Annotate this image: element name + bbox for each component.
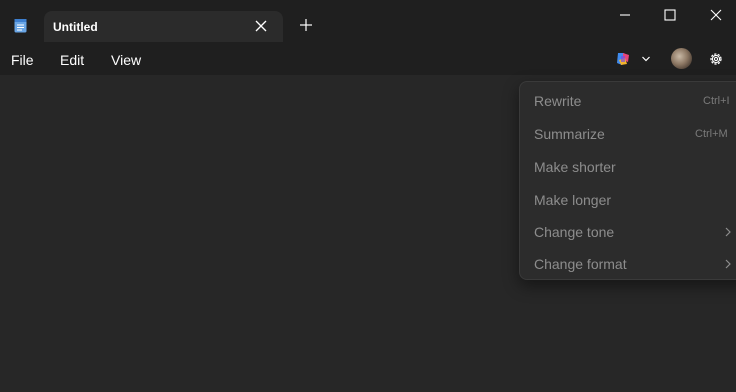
maximize-icon[interactable] (663, 8, 677, 22)
menu-item-label: Make longer (534, 192, 612, 208)
title-bar: Untitled (0, 0, 736, 42)
shortcut-label: Ctrl+M (695, 128, 728, 140)
shortcut-label: Ctrl+I (703, 95, 730, 107)
menu-item-label: Summarize (534, 126, 605, 142)
menu-item-label: Make shorter (534, 159, 616, 175)
chevron-right-icon (725, 259, 731, 269)
plus-icon[interactable] (299, 18, 313, 32)
gear-icon[interactable] (708, 51, 724, 67)
copilot-menu: Rewrite Ctrl+I Summarize Ctrl+M Make sho… (519, 81, 736, 280)
menu-item-rewrite[interactable]: Rewrite Ctrl+I (520, 84, 736, 114)
menu-item-make-longer[interactable]: Make longer (520, 183, 736, 213)
close-window-icon[interactable] (709, 8, 723, 22)
menu-bar: File Edit View (0, 42, 736, 75)
notepad-icon (14, 19, 27, 33)
copilot-icon[interactable] (615, 51, 631, 67)
menu-item-change-format[interactable]: Change format (520, 247, 736, 277)
menu-item-summarize[interactable]: Summarize Ctrl+M (520, 117, 736, 147)
avatar[interactable] (671, 48, 692, 69)
chevron-right-icon (725, 227, 731, 237)
menu-item-change-tone[interactable]: Change tone (520, 215, 736, 245)
menu-item-label: Rewrite (534, 93, 582, 109)
tab-title: Untitled (53, 20, 98, 34)
notepad-window: Untitled File Edit View Rewrite Ctrl+I S… (0, 0, 736, 392)
menu-item-label: Change format (534, 256, 627, 272)
close-icon[interactable] (254, 19, 268, 33)
minimize-icon[interactable] (618, 8, 632, 22)
tab-untitled[interactable]: Untitled (44, 11, 283, 42)
menu-item-make-shorter[interactable]: Make shorter (520, 150, 736, 180)
edit-menu[interactable]: Edit (60, 52, 84, 68)
chevron-down-icon[interactable] (641, 54, 651, 64)
menu-item-label: Change tone (534, 224, 615, 240)
file-menu[interactable]: File (11, 52, 34, 68)
view-menu[interactable]: View (111, 52, 141, 68)
